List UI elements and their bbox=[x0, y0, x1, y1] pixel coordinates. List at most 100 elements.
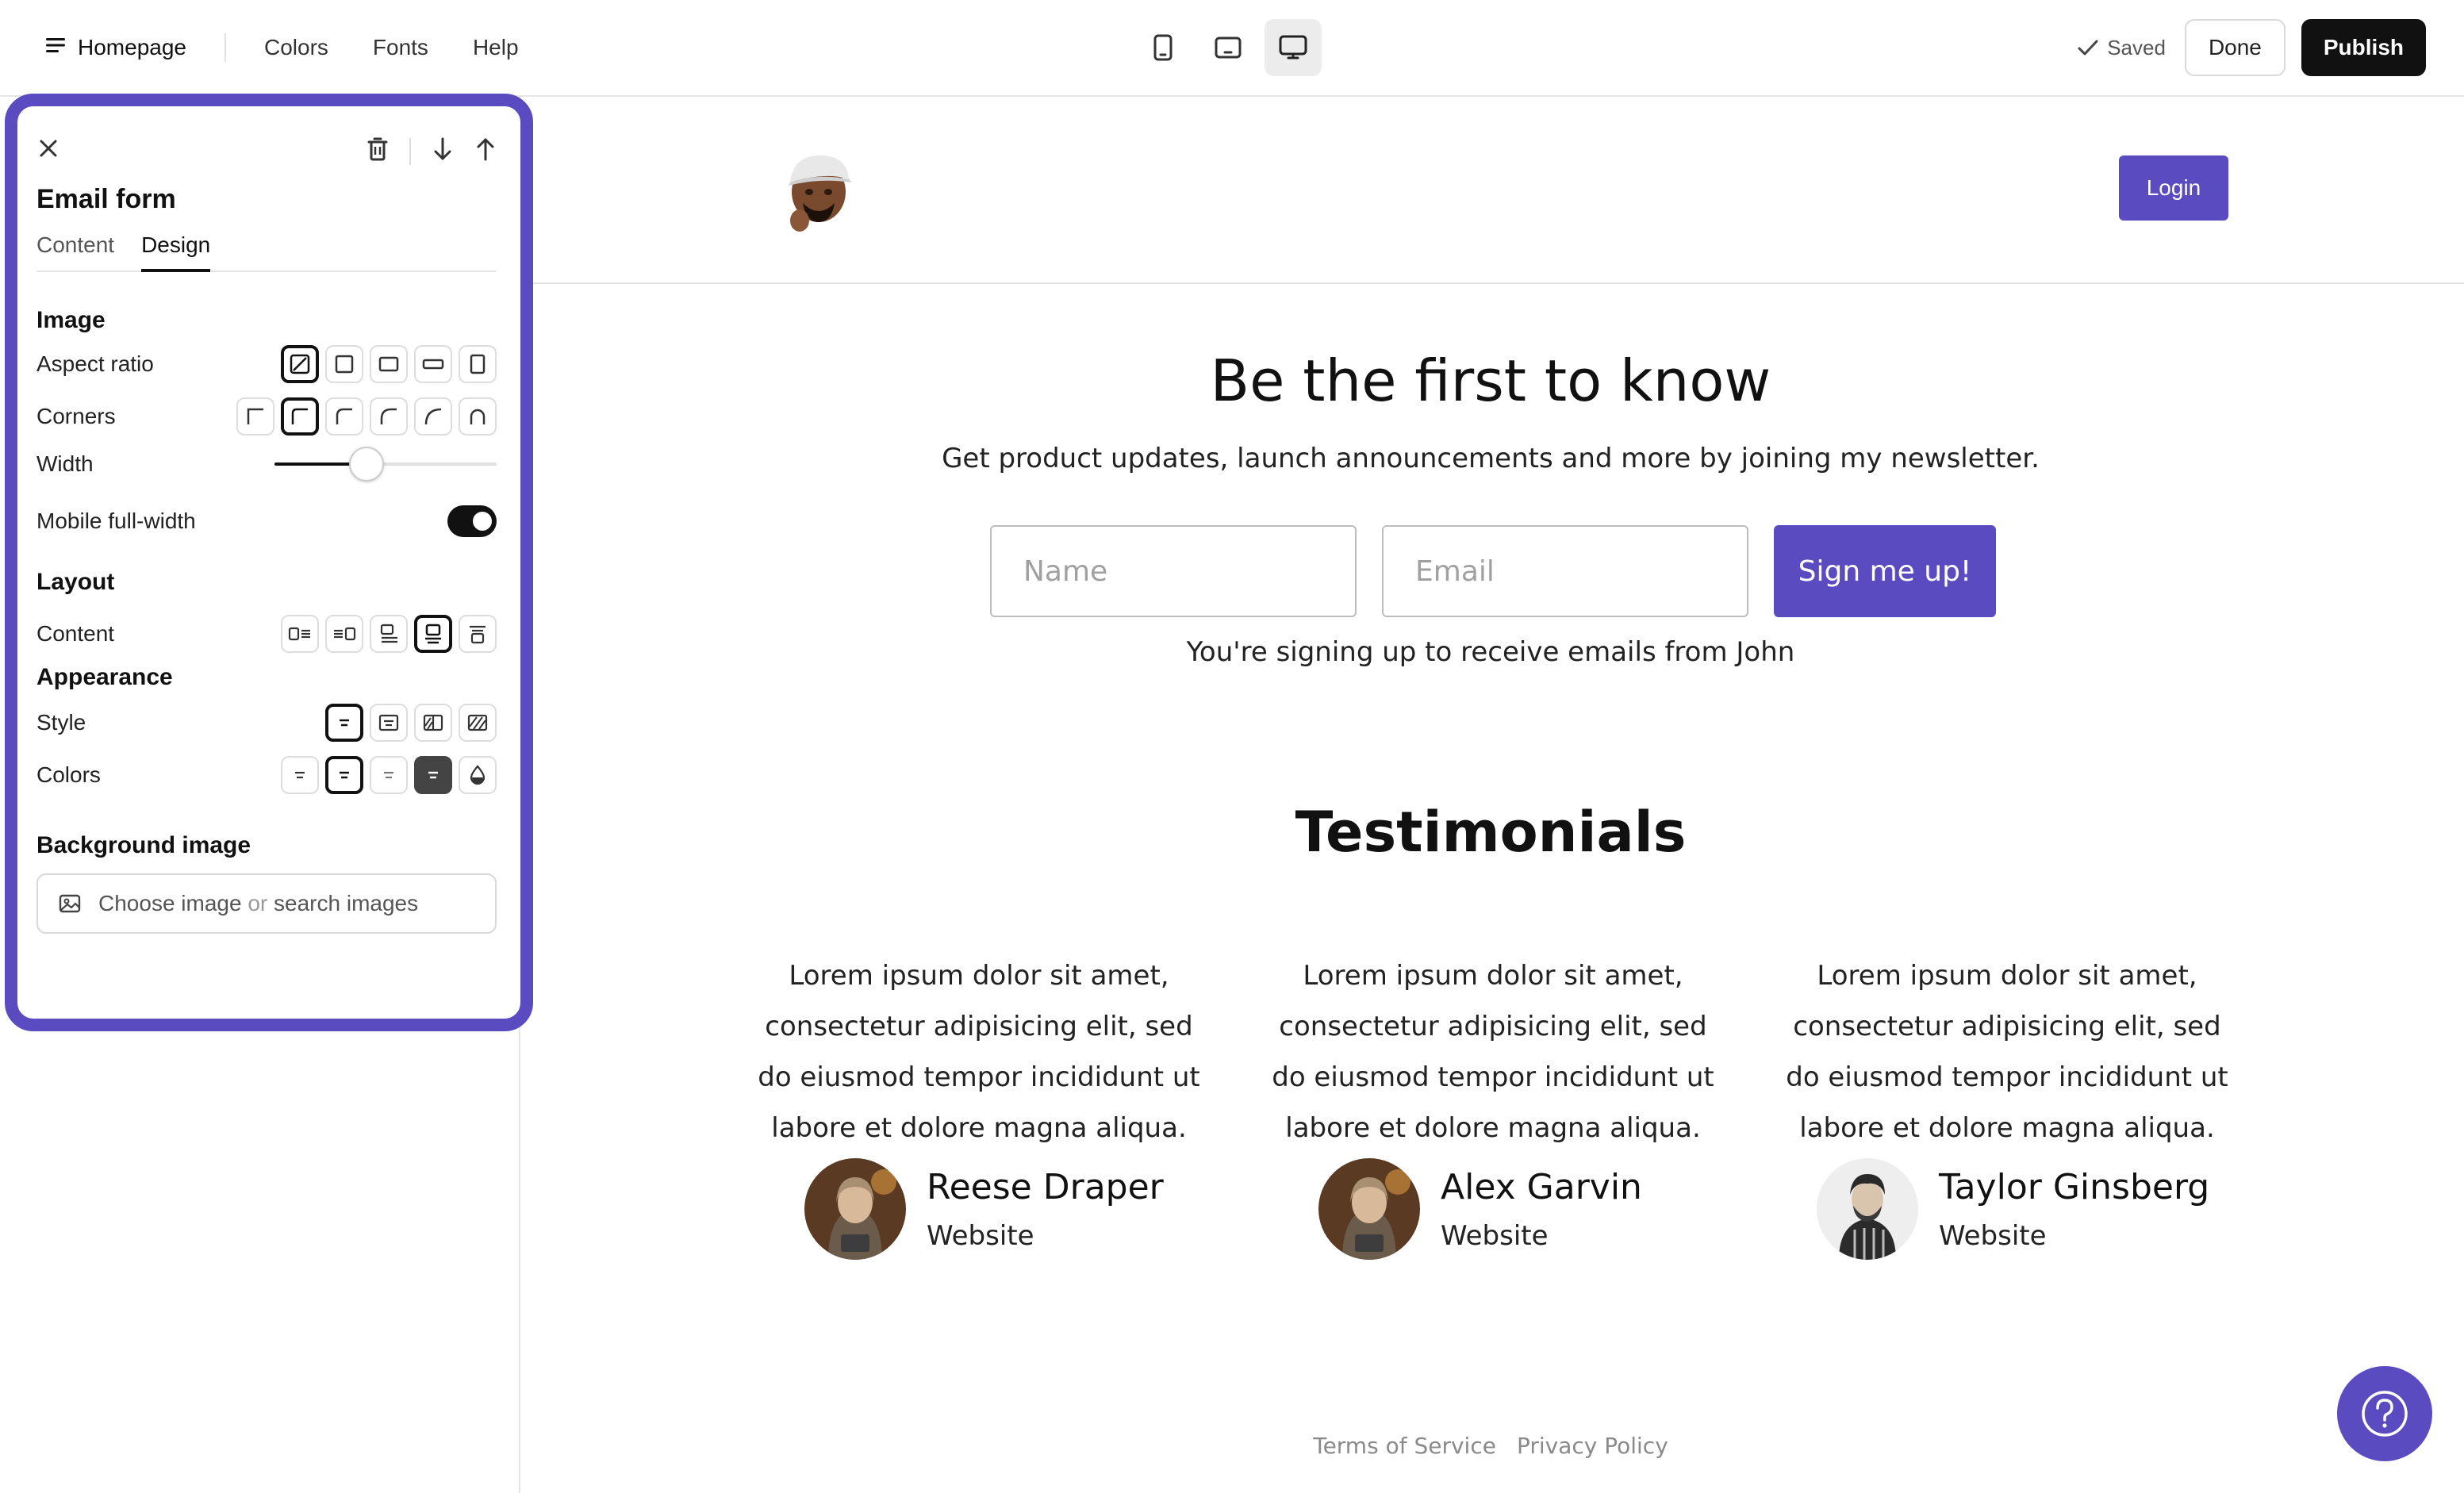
aspect-wide-icon bbox=[422, 359, 444, 370]
help-button[interactable] bbox=[2337, 1366, 2432, 1461]
author-website-link[interactable]: Website bbox=[1441, 1220, 1642, 1252]
layout-image-top-left-icon bbox=[380, 624, 397, 643]
aspect-ratio-label: Aspect ratio bbox=[36, 351, 154, 376]
or-text: or bbox=[248, 891, 268, 915]
name-input[interactable]: Name bbox=[990, 525, 1357, 617]
author-info: Taylor Ginsberg Website bbox=[1939, 1167, 2209, 1252]
trash-icon[interactable] bbox=[367, 136, 389, 166]
question-icon bbox=[2362, 1391, 2408, 1437]
mobile-view-button[interactable] bbox=[1134, 19, 1192, 76]
width-slider[interactable] bbox=[274, 447, 497, 482]
layout-text-top-option[interactable] bbox=[459, 615, 497, 653]
testimonial-quote: Lorem ipsum dolor sit amet, consectetur … bbox=[1272, 960, 1714, 1144]
desktop-view-button[interactable] bbox=[1265, 19, 1322, 76]
aspect-ratio-portrait-option[interactable] bbox=[459, 345, 497, 383]
search-images-link[interactable]: search images bbox=[274, 891, 418, 915]
tab-content[interactable]: Content bbox=[36, 232, 114, 271]
style-card-option[interactable] bbox=[370, 704, 408, 742]
publish-button[interactable]: Publish bbox=[2301, 19, 2426, 76]
fonts-link[interactable]: Fonts bbox=[373, 35, 428, 60]
tab-design[interactable]: Design bbox=[141, 232, 211, 272]
choose-image-link[interactable]: Choose image bbox=[98, 891, 242, 915]
device-switcher bbox=[1134, 19, 1322, 76]
aspect-ratio-landscape-option[interactable] bbox=[370, 345, 408, 383]
colors-link[interactable]: Colors bbox=[264, 35, 328, 60]
page-menu-button[interactable]: Homepage bbox=[44, 35, 186, 60]
site-logo[interactable] bbox=[779, 148, 858, 235]
color-options bbox=[281, 756, 497, 794]
background-image-picker[interactable]: Choose image or search images bbox=[36, 873, 497, 934]
done-button[interactable]: Done bbox=[2184, 19, 2286, 76]
color-custom-option[interactable] bbox=[459, 756, 497, 794]
tablet-view-button[interactable] bbox=[1199, 19, 1257, 76]
corner-square-icon bbox=[247, 408, 263, 424]
corner-xlarge-option[interactable] bbox=[414, 397, 452, 436]
background-image-heading: Background image bbox=[36, 832, 251, 858]
corner-square-option[interactable] bbox=[236, 397, 274, 436]
layout-image-right-option[interactable] bbox=[325, 615, 363, 653]
email-input[interactable]: Email bbox=[1382, 525, 1748, 617]
panel-title: Email form bbox=[36, 184, 176, 214]
width-slider-thumb[interactable] bbox=[349, 447, 385, 482]
testimonials-grid: Lorem ipsum dolor sit amet, consectetur … bbox=[749, 950, 2237, 1260]
terms-link[interactable]: Terms of Service bbox=[1313, 1433, 1496, 1459]
corner-small-option[interactable] bbox=[281, 397, 319, 436]
width-label: Width bbox=[36, 451, 94, 476]
layout-text-top-icon bbox=[470, 625, 486, 644]
aspect-original-icon bbox=[290, 354, 310, 374]
author-name: Alex Garvin bbox=[1441, 1166, 1642, 1207]
aspect-ratio-original-option[interactable] bbox=[281, 345, 319, 383]
topbar-divider bbox=[224, 33, 226, 62]
aspect-ratio-options bbox=[281, 345, 497, 383]
signup-button[interactable]: Sign me up! bbox=[1774, 525, 1996, 617]
aspect-ratio-row: Aspect ratio bbox=[36, 345, 497, 383]
site-header: Login bbox=[533, 97, 2464, 284]
style-card-icon bbox=[378, 714, 399, 731]
signup-form: Name Email Sign me up! bbox=[990, 525, 1996, 617]
width-row: Width bbox=[36, 447, 497, 482]
author-website-link[interactable]: Website bbox=[1939, 1220, 2209, 1252]
email-form-settings-panel: Email form Content Design Image Aspect r… bbox=[5, 94, 533, 1031]
privacy-link[interactable]: Privacy Policy bbox=[1517, 1433, 1668, 1459]
layout-image-top-center-option[interactable] bbox=[414, 615, 452, 653]
corner-large-option[interactable] bbox=[370, 397, 408, 436]
arrow-down-icon[interactable] bbox=[432, 136, 454, 166]
topbar-left: Homepage Colors Fonts Help bbox=[44, 0, 563, 95]
color-light-option[interactable] bbox=[281, 756, 319, 794]
corner-pill-option[interactable] bbox=[459, 397, 497, 436]
layout-image-top-left-option[interactable] bbox=[370, 615, 408, 653]
aspect-ratio-square-option[interactable] bbox=[325, 345, 363, 383]
corner-medium-icon bbox=[336, 408, 352, 424]
help-link[interactable]: Help bbox=[473, 35, 519, 60]
colors-row: Colors bbox=[36, 756, 497, 794]
login-button[interactable]: Login bbox=[2119, 155, 2228, 221]
monitor-icon bbox=[1279, 35, 1307, 59]
layout-image-left-option[interactable] bbox=[281, 615, 319, 653]
color-default-option[interactable] bbox=[325, 756, 363, 794]
color-dark-option[interactable] bbox=[414, 756, 452, 794]
style-plain-option[interactable] bbox=[325, 704, 363, 742]
image-icon bbox=[59, 894, 81, 913]
author-name: Reese Draper bbox=[927, 1166, 1164, 1207]
color-light-icon bbox=[295, 771, 305, 779]
color-muted-option[interactable] bbox=[370, 756, 408, 794]
mobile-full-width-label: Mobile full-width bbox=[36, 509, 196, 533]
author-website-link[interactable]: Website bbox=[927, 1220, 1164, 1252]
close-icon[interactable] bbox=[36, 136, 60, 164]
testimonials-title: Testimonials bbox=[1295, 800, 1687, 865]
aspect-ratio-wide-option[interactable] bbox=[414, 345, 452, 383]
style-full-option[interactable] bbox=[459, 704, 497, 742]
mobile-full-width-toggle[interactable] bbox=[447, 505, 497, 537]
author-name: Taylor Ginsberg bbox=[1939, 1166, 2210, 1207]
corner-small-icon bbox=[291, 408, 308, 424]
corners-options bbox=[236, 397, 497, 436]
corner-medium-option[interactable] bbox=[325, 397, 363, 436]
avatar bbox=[804, 1158, 906, 1260]
background-image-picker-text: Choose image or search images bbox=[98, 891, 418, 916]
color-dark-icon bbox=[428, 771, 438, 779]
arrow-up-icon[interactable] bbox=[474, 136, 497, 166]
testimonial-quote: Lorem ipsum dolor sit amet, consectetur … bbox=[1786, 960, 2228, 1144]
site-footer: Terms of Service Privacy Policy bbox=[533, 1433, 2448, 1459]
style-split-option[interactable] bbox=[414, 704, 452, 742]
menu-icon bbox=[44, 35, 67, 60]
